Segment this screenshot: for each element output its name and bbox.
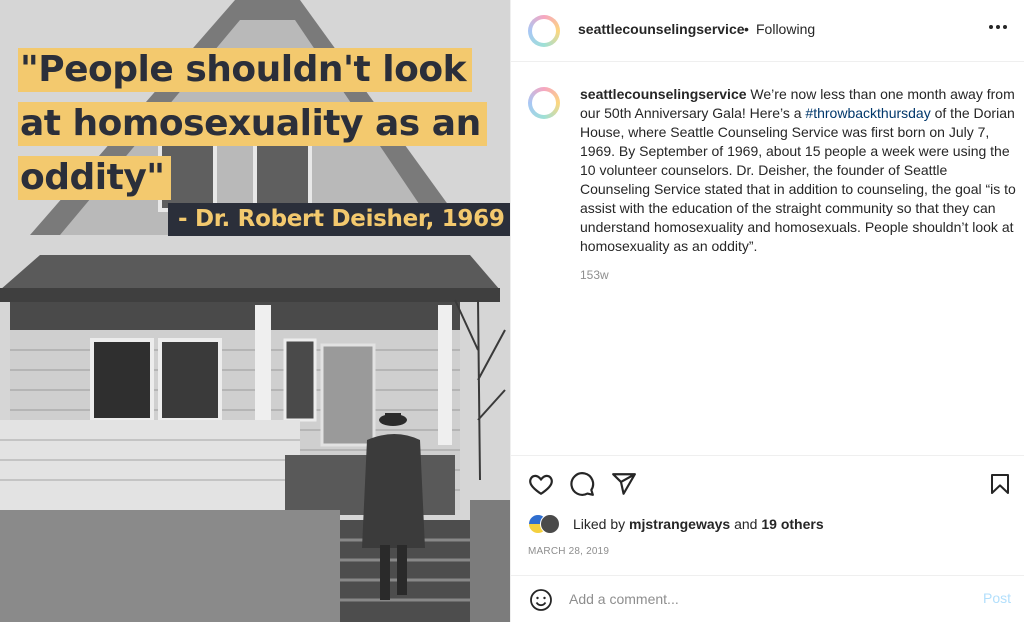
header-separator: •: [744, 21, 749, 37]
post-detail-panel: seattlecounselingservice • Following sea…: [510, 0, 1024, 622]
more-horizontal-icon[interactable]: [987, 16, 1009, 43]
caption-username-link[interactable]: seattlecounselingservice: [580, 86, 747, 102]
quote-line-1: "People shouldn't look: [18, 48, 473, 92]
caption-body-end: of the Dorian House, where Seattle Couns…: [580, 105, 1016, 254]
others-link[interactable]: 19 others: [761, 516, 823, 532]
caption-area: seattlecounselingservice We’re now less …: [511, 63, 1024, 455]
following-button[interactable]: Following: [756, 21, 815, 37]
liker-username-link[interactable]: mjstrangeways: [629, 516, 730, 532]
comment-icon[interactable]: [569, 471, 595, 502]
caption-age: 153w: [580, 268, 609, 282]
post-actions: Liked by mjstrangeways and 19 others MAR…: [511, 455, 1024, 575]
comment-input[interactable]: [569, 588, 949, 610]
comment-bar: Post: [511, 575, 1024, 622]
caption-text: seattlecounselingservice We’re now less …: [580, 85, 1016, 256]
quote-attribution: - Dr. Robert Deisher, 1969: [168, 203, 510, 236]
likes-text: Liked by mjstrangeways and 19 others: [573, 516, 824, 532]
post-photo[interactable]: "People shouldn't look at homosexuality …: [0, 0, 510, 622]
hashtag-link[interactable]: #throwbackthursday: [805, 105, 930, 121]
house-photo-illustration: [0, 0, 510, 622]
emoji-icon[interactable]: [529, 588, 553, 617]
quote-line-3: oddity": [18, 156, 171, 200]
liker-avatar[interactable]: [540, 514, 560, 534]
caption-author-avatar[interactable]: [528, 87, 560, 119]
post-date: MARCH 28, 2019: [528, 546, 610, 557]
bookmark-icon[interactable]: [988, 471, 1012, 502]
post-comment-button[interactable]: Post: [983, 590, 1011, 606]
heart-icon[interactable]: [528, 471, 554, 502]
share-icon[interactable]: [611, 471, 637, 502]
post-header: seattlecounselingservice • Following: [511, 0, 1024, 62]
author-username-link[interactable]: seattlecounselingservice: [578, 21, 745, 37]
author-avatar[interactable]: [528, 15, 560, 47]
quote-line-2: at homosexuality as an: [18, 102, 487, 146]
